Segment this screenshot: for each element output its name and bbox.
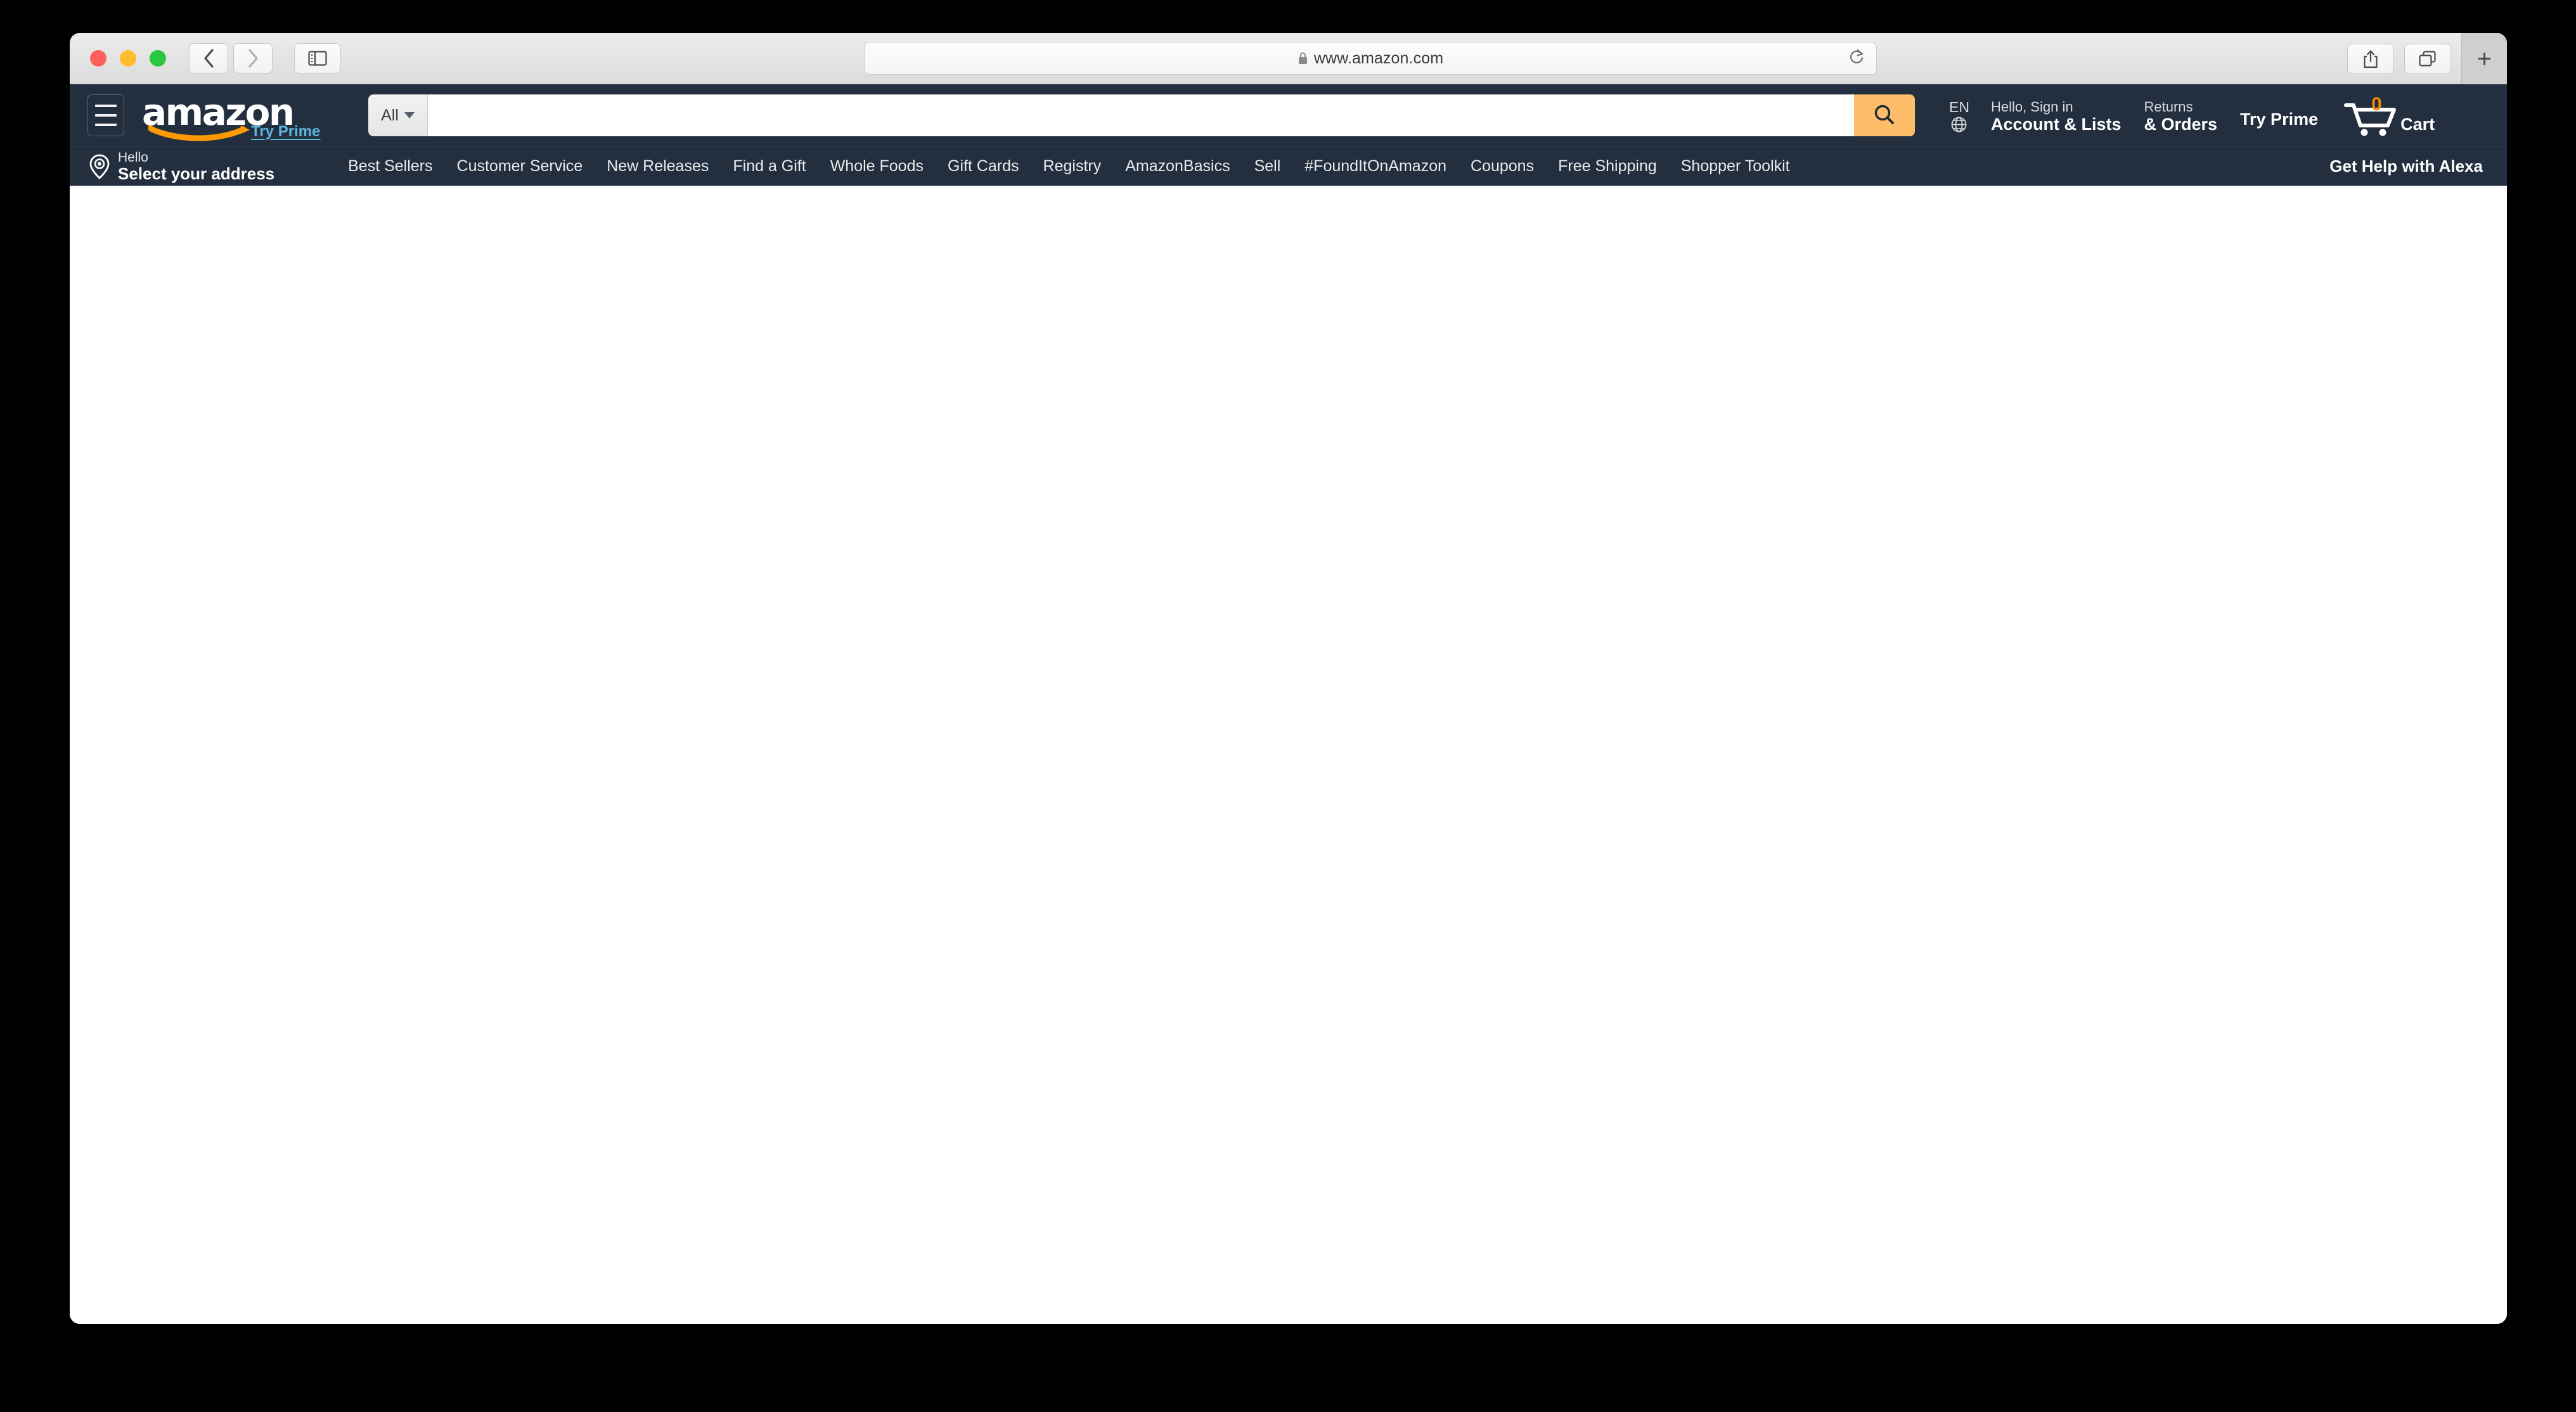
subnav-item-registry[interactable]: Registry <box>1043 157 1102 176</box>
subnav-item-coupons[interactable]: Coupons <box>1471 157 1534 176</box>
language-code: EN <box>1949 99 1969 115</box>
new-tab-button[interactable]: + <box>2461 33 2507 84</box>
hamburger-bar <box>95 124 117 126</box>
subnav-item-sell[interactable]: Sell <box>1254 157 1281 176</box>
share-icon <box>2364 49 2378 68</box>
subnav-item-customer-service[interactable]: Customer Service <box>457 157 583 176</box>
close-window-button[interactable] <box>90 50 106 67</box>
search-submit-button[interactable] <box>1854 94 1915 136</box>
hamburger-bar <box>95 105 117 107</box>
reload-icon <box>1850 49 1864 63</box>
chevron-down-icon <box>404 112 415 119</box>
amazon-header: amazon Try Prime All EN Hello, Sign in A… <box>70 84 2507 146</box>
search-category-label: All <box>381 106 399 124</box>
shopping-cart-icon: 0 <box>2343 94 2399 138</box>
try-prime-button[interactable]: Try Prime <box>2229 110 2329 129</box>
cart-label: Cart <box>2400 115 2435 134</box>
forward-button[interactable] <box>233 43 273 74</box>
subnav-item-foundit-on-amazon[interactable]: #FoundItOnAmazon <box>1304 157 1446 176</box>
sidebar-toggle-icon <box>308 51 327 66</box>
subnav-item-whole-foods[interactable]: Whole Foods <box>830 157 924 176</box>
subnav-item-amazonbasics[interactable]: AmazonBasics <box>1125 157 1230 176</box>
subnav-item-best-sellers[interactable]: Best Sellers <box>348 157 432 176</box>
address-bar-content: www.amazon.com <box>1298 49 1443 68</box>
browser-window: www.amazon.com + amazon Try Prime All EN… <box>70 33 2507 1324</box>
account-and-lists-button[interactable]: Hello, Sign in Account & Lists <box>1980 97 2133 134</box>
globe-icon <box>1952 117 1967 132</box>
back-button[interactable] <box>189 43 228 74</box>
delivery-address-selector[interactable]: Hello Select your address <box>89 150 300 183</box>
header-right-nav: EN Hello, Sign in Account & Lists Return… <box>1939 93 2438 138</box>
search-icon <box>1874 105 1894 124</box>
search-input[interactable] <box>428 94 1854 136</box>
maximize-window-button[interactable] <box>150 50 166 67</box>
page-content-area <box>70 186 2507 1324</box>
amazon-smile-icon <box>148 124 261 143</box>
subnav-item-free-shipping[interactable]: Free Shipping <box>1558 157 1657 176</box>
hamburger-bar <box>95 114 117 117</box>
search-category-dropdown[interactable]: All <box>368 94 428 136</box>
reload-button[interactable] <box>1848 48 1865 69</box>
subnav-item-gift-cards[interactable]: Gift Cards <box>948 157 1019 176</box>
hamburger-menu-icon[interactable] <box>87 94 124 136</box>
minimize-window-button[interactable] <box>120 50 136 67</box>
sidebar-toggle-button[interactable] <box>294 43 341 74</box>
try-prime-link[interactable]: Try Prime <box>251 123 320 141</box>
returns-and-orders-button[interactable]: Returns & Orders <box>2132 97 2229 134</box>
subnav-item-new-releases[interactable]: New Releases <box>607 157 709 176</box>
tab-overview-button[interactable] <box>2404 43 2451 74</box>
address-bar[interactable]: www.amazon.com <box>864 42 1877 75</box>
address-action: Select your address <box>118 164 275 183</box>
tab-overview-icon <box>2419 50 2436 67</box>
subnav-links: Best Sellers Customer Service New Releas… <box>348 157 1790 176</box>
language-selector[interactable]: EN <box>1939 98 1980 133</box>
address-text: Hello Select your address <box>118 150 274 183</box>
returns-label: Returns <box>2144 98 2193 115</box>
amazon-page: amazon Try Prime All EN Hello, Sign in A… <box>70 84 2507 1324</box>
account-greeting: Hello, Sign in <box>1990 98 2073 115</box>
subnav-item-shopper-toolkit[interactable]: Shopper Toolkit <box>1681 157 1790 176</box>
cart-button[interactable]: 0 Cart <box>2329 94 2438 138</box>
cart-count-badge: 0 <box>2371 94 2382 115</box>
chevron-left-icon <box>204 49 214 68</box>
window-controls <box>90 50 166 67</box>
sidebar-toggle-wrap <box>294 43 341 74</box>
get-help-with-alexa-link[interactable]: Get Help with Alexa <box>2329 157 2483 176</box>
toolbar-right-buttons: + <box>2347 33 2507 84</box>
lock-icon <box>1298 52 1307 64</box>
address-bar-wrap: www.amazon.com <box>864 42 1877 75</box>
amazon-logo[interactable]: amazon Try Prime <box>138 93 320 141</box>
orders-label: & Orders <box>2144 115 2218 134</box>
share-button[interactable] <box>2347 43 2394 74</box>
browser-toolbar: www.amazon.com + <box>70 33 2507 84</box>
amazon-subnav: Hello Select your address Best Sellers C… <box>70 146 2507 186</box>
url-text: www.amazon.com <box>1313 49 1444 67</box>
account-label: Account & Lists <box>1990 115 2122 134</box>
location-pin-icon <box>89 154 110 179</box>
address-greeting: Hello <box>118 150 148 165</box>
subnav-item-find-a-gift[interactable]: Find a Gift <box>733 157 806 176</box>
navigation-buttons <box>189 43 273 74</box>
chevron-right-icon <box>248 49 258 68</box>
search-bar: All <box>368 94 1915 136</box>
